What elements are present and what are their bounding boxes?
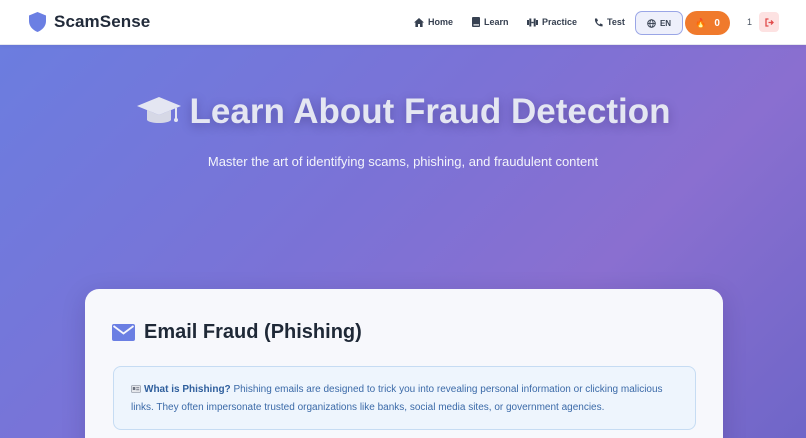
book-icon (472, 17, 484, 27)
user-count: 1 (747, 17, 753, 27)
globe-icon (647, 18, 660, 28)
phone-icon (594, 18, 607, 27)
streak-counter[interactable]: 🔥 0 (685, 11, 730, 35)
section-header: Email Fraud (Phishing) (112, 321, 362, 344)
nav-practice[interactable]: Practice (527, 17, 577, 27)
nav-test[interactable]: Test (594, 17, 625, 27)
nav-learn-label: Learn (484, 17, 509, 27)
language-label: EN (659, 18, 672, 28)
nav-home[interactable]: Home (414, 17, 453, 27)
id-card-icon (131, 385, 141, 393)
nav-home-label: Home (428, 17, 454, 27)
info-box: What is Phishing? Phishing emails are de… (113, 366, 696, 430)
logout-icon (764, 17, 774, 27)
nav-learn[interactable]: Learn (472, 17, 509, 27)
streak-value: 0 (714, 17, 720, 29)
brand-logo[interactable]: ScamSense (29, 12, 150, 32)
learning-section-card: Email Fraud (Phishing) What is Phishing?… (85, 289, 723, 438)
page-title: Learn About Fraud Detection (0, 92, 806, 132)
flame-icon: 🔥 (695, 17, 707, 28)
nav-practice-label: Practice (542, 17, 578, 27)
dumbbell-icon (527, 18, 542, 27)
logout-button[interactable] (759, 12, 779, 32)
top-navbar: ScamSense Home Learn Practice Test EN 🔥 … (0, 0, 806, 45)
home-icon (414, 17, 428, 27)
graduation-cap-icon (136, 95, 182, 129)
page-subtitle: Master the art of identifying scams, phi… (207, 154, 599, 169)
brand-name: ScamSense (54, 12, 151, 31)
envelope-icon (112, 324, 135, 341)
shield-icon (29, 12, 46, 32)
page-title-text: Learn About Fraud Detection (189, 92, 671, 131)
nav-test-label: Test (607, 17, 625, 27)
info-heading: What is Phishing? (144, 384, 231, 395)
section-title: Email Fraud (Phishing) (144, 321, 362, 343)
language-selector[interactable]: EN (635, 11, 683, 35)
